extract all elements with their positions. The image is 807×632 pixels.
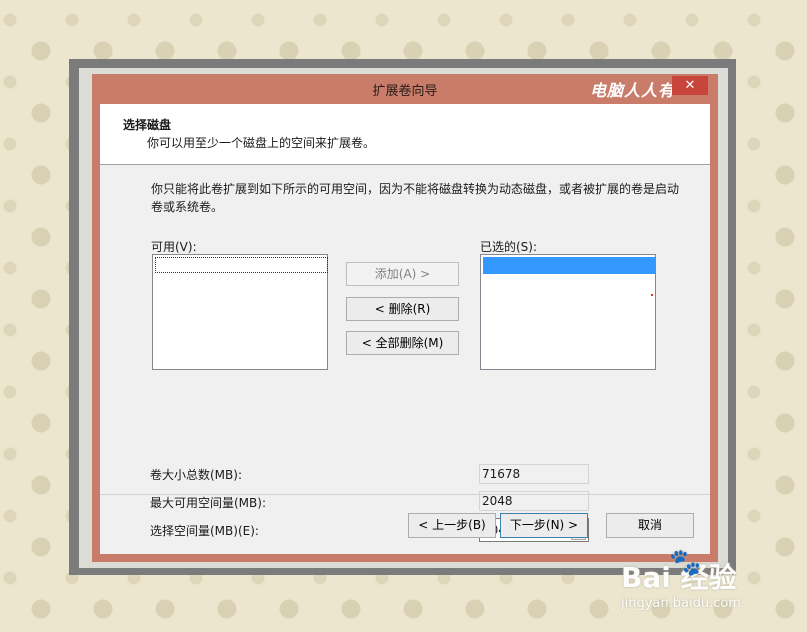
max-space-field: 2048 bbox=[479, 491, 589, 511]
total-size-field: 71678 bbox=[479, 464, 589, 484]
max-space-label: 最大可用空间量(MB): bbox=[150, 496, 266, 510]
paw-icon: 🐾 bbox=[669, 548, 702, 578]
back-button[interactable]: < 上一步(B) bbox=[408, 513, 496, 538]
page-subtitle: 你可以用至少一个磁盘上的空间来扩展卷。 bbox=[147, 136, 376, 150]
disk-name: 磁盘 0 bbox=[514, 275, 550, 289]
title-bar[interactable]: 扩展卷向导 电脑人人有 ✕ bbox=[92, 74, 718, 104]
page-title: 选择磁盘 bbox=[123, 118, 172, 132]
available-disks-list[interactable] bbox=[152, 254, 328, 370]
selected-label: 已选的(S): bbox=[480, 240, 538, 254]
total-size-label: 卷大小总数(MB): bbox=[150, 468, 242, 482]
focus-rectangle bbox=[155, 257, 328, 273]
remove-button[interactable]: < 删除(R) bbox=[346, 297, 459, 321]
available-label: 可用(V): bbox=[151, 240, 197, 254]
baidu-url: jingyan.baidu.com bbox=[621, 596, 741, 611]
close-button[interactable]: ✕ bbox=[672, 76, 708, 95]
extend-volume-wizard-window: 扩展卷向导 电脑人人有 ✕ 选择磁盘 你可以用至少一个磁盘上的空间来扩展卷。 你… bbox=[92, 74, 718, 562]
description-text: 你只能将此卷扩展到如下所示的可用空间，因为不能将磁盘转换为动态磁盘，或者被扩展的… bbox=[151, 182, 680, 214]
baidu-jingyan-watermark: Bai 经验 🐾 jingyan.baidu.com bbox=[621, 548, 801, 618]
next-button[interactable]: 下一步(N) > bbox=[500, 513, 588, 538]
stray-mark bbox=[651, 294, 653, 296]
watermark-text: 电脑人人有 bbox=[590, 81, 676, 100]
selected-disks-list[interactable]: 磁盘 0 2048 MB bbox=[480, 254, 656, 370]
select-space-label: 选择空间量(MB)(E): bbox=[150, 524, 259, 538]
add-button[interactable]: 添加(A) > bbox=[346, 262, 459, 286]
close-icon: ✕ bbox=[684, 78, 696, 93]
wizard-client-area: 选择磁盘 你可以用至少一个磁盘上的空间来扩展卷。 你只能将此卷扩展到如下所示的可… bbox=[100, 104, 710, 554]
cancel-button[interactable]: 取消 bbox=[606, 513, 694, 538]
disk-size: 2048 MB bbox=[578, 275, 632, 289]
remove-all-button[interactable]: < 全部删除(M) bbox=[346, 331, 459, 355]
wizard-header: 选择磁盘 你可以用至少一个磁盘上的空间来扩展卷。 bbox=[100, 104, 710, 165]
selected-disk-row[interactable]: 磁盘 0 2048 MB bbox=[483, 257, 655, 289]
